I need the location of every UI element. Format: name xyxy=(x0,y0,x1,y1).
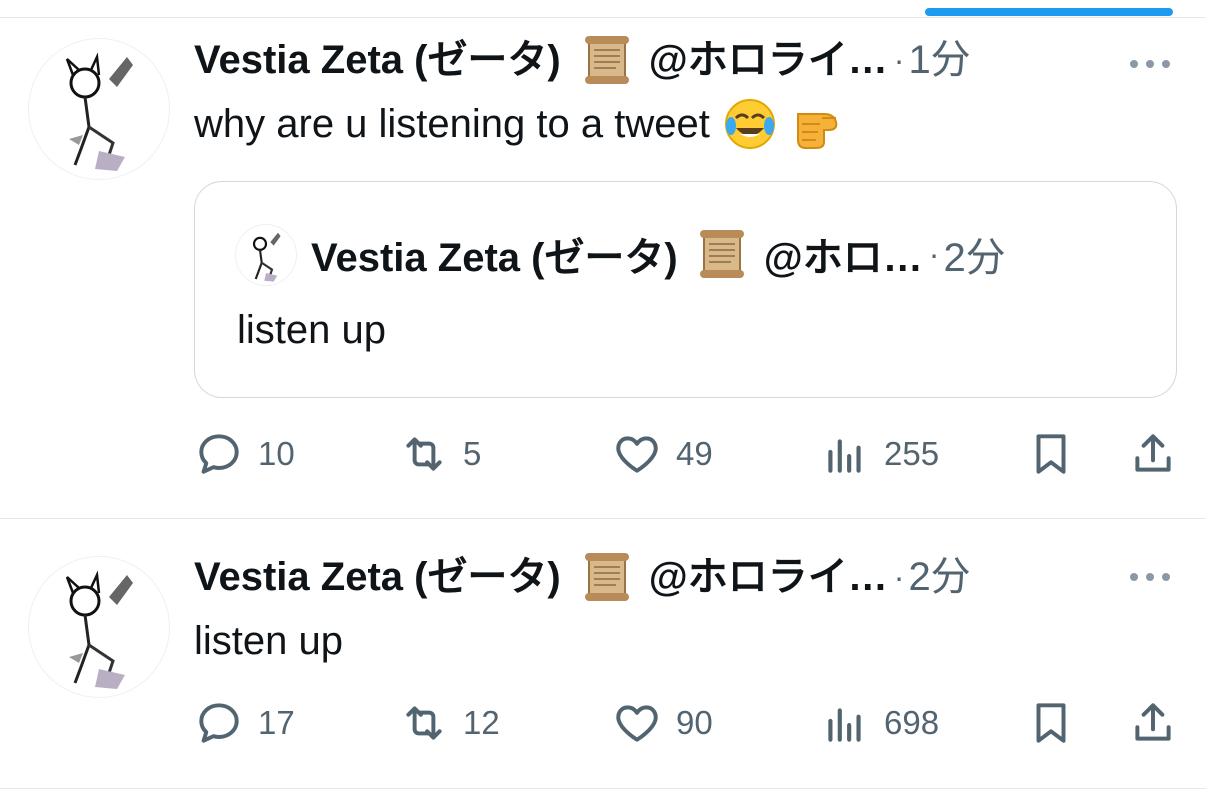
tweet-header: Vestia Zeta (ゼータ) @ホロライ… · 2分 xyxy=(194,549,971,605)
display-name[interactable]: Vestia Zeta (ゼータ) xyxy=(194,549,561,605)
retweet-count: 12 xyxy=(463,704,500,741)
tweet[interactable]: Vestia Zeta (ゼータ) @ホロライ… · 2分 listen up … xyxy=(0,519,1206,787)
like-count: 49 xyxy=(676,435,713,472)
bookmark-button[interactable] xyxy=(1026,691,1076,755)
scroll-emoji-icon xyxy=(579,32,635,88)
tweet-body: listen up xyxy=(194,618,343,663)
view-count: 698 xyxy=(884,704,940,741)
scroll-emoji-icon xyxy=(579,549,635,605)
avatar[interactable] xyxy=(28,38,170,180)
user-handle[interactable]: @ホロライ… xyxy=(649,32,888,88)
pointing-fist-emoji-icon xyxy=(790,96,846,152)
timestamp[interactable]: 2分 xyxy=(943,225,1005,283)
tweet-text: listen up xyxy=(194,613,343,669)
reply-button[interactable]: 10 xyxy=(194,422,295,486)
tweet-header: Vestia Zeta (ゼータ) @ホロライ… · 1分 xyxy=(194,32,971,88)
user-handle[interactable]: @ホロライ… xyxy=(649,549,888,605)
display-name[interactable]: Vestia Zeta (ゼータ) xyxy=(194,32,561,88)
heart-icon xyxy=(616,705,658,742)
more-options-icon[interactable] xyxy=(1128,54,1172,74)
views-chart-icon xyxy=(828,708,861,742)
user-handle[interactable]: @ホロ… xyxy=(764,225,923,283)
action-bar: 10 5 49 255 xyxy=(194,422,1184,486)
like-button[interactable]: 90 xyxy=(612,691,713,755)
bookmark-icon xyxy=(1036,703,1066,743)
reply-icon xyxy=(199,434,239,474)
separator-dot: · xyxy=(893,559,905,595)
quoted-tweet-header: Vestia Zeta (ゼータ) @ホロ… · 2分 xyxy=(311,224,1006,284)
reply-count: 10 xyxy=(258,435,295,472)
heart-icon xyxy=(616,436,658,473)
scroll-emoji-icon xyxy=(694,226,750,282)
retweet-button[interactable]: 5 xyxy=(399,422,481,486)
display-name[interactable]: Vestia Zeta (ゼータ) xyxy=(311,225,678,283)
active-tab-indicator xyxy=(925,8,1173,16)
share-button[interactable] xyxy=(1128,691,1178,755)
quoted-tweet-card[interactable]: Vestia Zeta (ゼータ) @ホロ… · 2分 listen up xyxy=(194,181,1177,398)
retweet-button[interactable]: 12 xyxy=(399,691,500,755)
views-button[interactable]: 255 xyxy=(820,422,939,486)
quoted-tweet-text: listen up xyxy=(237,308,386,352)
more-options-icon[interactable] xyxy=(1128,567,1172,587)
bottom-divider xyxy=(0,788,1206,789)
reply-count: 17 xyxy=(258,704,295,741)
view-count: 255 xyxy=(884,435,940,472)
tweet[interactable]: Vestia Zeta (ゼータ) @ホロライ… · 1分 why are u … xyxy=(0,18,1206,518)
share-icon xyxy=(1135,434,1171,472)
retweet-count: 5 xyxy=(463,435,482,472)
quoted-avatar[interactable] xyxy=(235,224,297,286)
separator-dot: · xyxy=(928,235,940,272)
bookmark-icon xyxy=(1036,434,1066,474)
views-button[interactable]: 698 xyxy=(820,691,939,755)
reply-icon xyxy=(199,703,239,743)
retweet-icon xyxy=(406,437,442,471)
retweet-icon xyxy=(406,706,442,740)
timestamp[interactable]: 2分 xyxy=(908,549,970,605)
like-button[interactable]: 49 xyxy=(612,422,713,486)
like-count: 90 xyxy=(676,704,713,741)
reply-button[interactable]: 17 xyxy=(194,691,295,755)
views-chart-icon xyxy=(828,439,861,473)
share-button[interactable] xyxy=(1128,422,1178,486)
avatar-image xyxy=(65,570,133,689)
face-with-tears-of-joy-emoji-icon xyxy=(722,96,778,152)
bookmark-button[interactable] xyxy=(1026,422,1076,486)
timestamp[interactable]: 1分 xyxy=(908,32,970,88)
share-icon xyxy=(1135,703,1171,741)
tweet-text: why are u listening to a tweet xyxy=(194,96,846,152)
separator-dot: · xyxy=(893,42,905,78)
avatar-image xyxy=(65,52,133,171)
action-bar: 17 12 90 698 xyxy=(194,691,1184,755)
avatar[interactable] xyxy=(28,556,170,698)
avatar-image xyxy=(252,232,281,282)
tweet-body: why are u listening to a tweet xyxy=(194,101,710,146)
